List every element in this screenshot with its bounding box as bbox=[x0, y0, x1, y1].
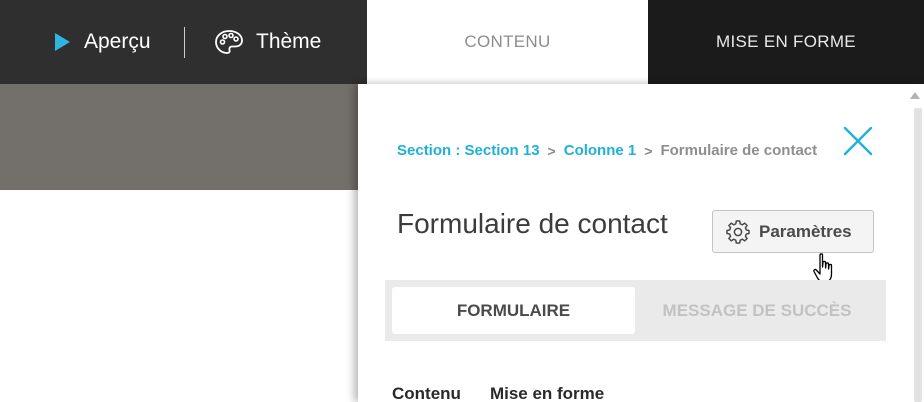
canvas-section-band bbox=[0, 84, 358, 190]
subtab-formatting[interactable]: Mise en forme bbox=[490, 384, 604, 402]
canvas-body bbox=[0, 190, 358, 402]
form-tabbar: FORMULAIRE MESSAGE DE SUCCÈS bbox=[385, 280, 886, 341]
close-button[interactable] bbox=[842, 125, 874, 157]
palette-icon bbox=[214, 29, 244, 55]
tab-formatting[interactable]: MISE EN FORME bbox=[648, 0, 924, 84]
tab-form[interactable]: FORMULAIRE bbox=[392, 287, 635, 334]
breadcrumb-current: Formulaire de contact bbox=[660, 142, 818, 159]
subtabs: Contenu Mise en forme bbox=[392, 384, 604, 402]
toolbar-divider bbox=[184, 27, 185, 58]
tab-success-message[interactable]: MESSAGE DE SUCCÈS bbox=[635, 287, 879, 334]
theme-label: Thème bbox=[256, 30, 322, 53]
subtab-content[interactable]: Contenu bbox=[392, 384, 461, 402]
top-toolbar: Aperçu Thème CONTENU MISE EN FORME bbox=[0, 0, 924, 84]
close-icon bbox=[843, 126, 873, 156]
breadcrumb: Section : Section 13 > Colonne 1 > Formu… bbox=[397, 142, 817, 159]
breadcrumb-chevron-icon: > bbox=[547, 142, 556, 159]
edit-panel: Section : Section 13 > Colonne 1 > Formu… bbox=[358, 84, 924, 402]
panel-title: Formulaire de contact bbox=[397, 208, 668, 239]
tab-content[interactable]: CONTENU bbox=[367, 0, 648, 84]
theme-button[interactable]: Thème bbox=[214, 0, 321, 84]
scrollbar-up-arrow[interactable] bbox=[910, 92, 920, 99]
breadcrumb-column[interactable]: Colonne 1 bbox=[564, 142, 637, 159]
preview-button[interactable]: Aperçu bbox=[52, 0, 151, 84]
play-icon bbox=[52, 31, 72, 53]
gear-icon bbox=[726, 219, 750, 244]
scrollbar-thumb[interactable] bbox=[914, 108, 922, 402]
settings-button[interactable]: Paramètres bbox=[712, 210, 874, 253]
breadcrumb-chevron-icon: > bbox=[644, 142, 653, 159]
breadcrumb-section[interactable]: Section : Section 13 bbox=[397, 142, 540, 159]
preview-label: Aperçu bbox=[84, 30, 151, 53]
settings-button-label: Paramètres bbox=[759, 221, 852, 241]
